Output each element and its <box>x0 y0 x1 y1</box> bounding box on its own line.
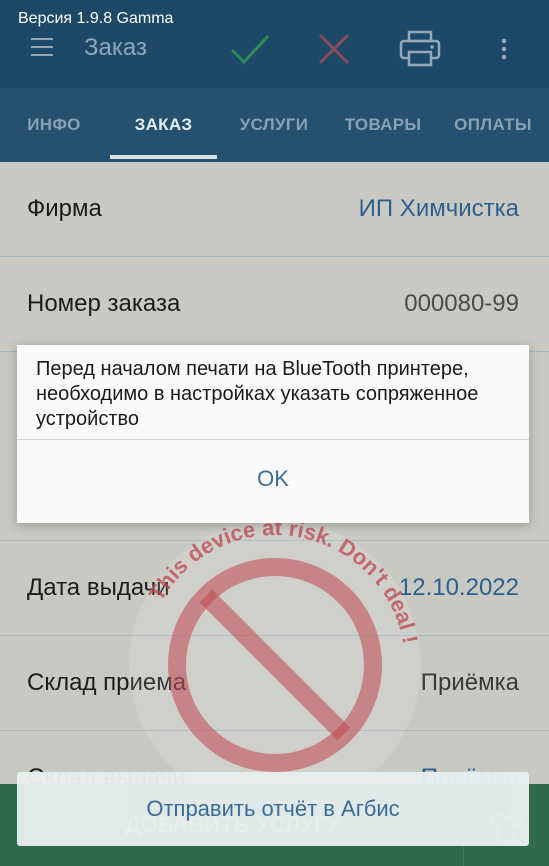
field-row-firm[interactable]: Фирма ИП Химчистка <box>0 162 549 257</box>
tab-bar: ИНФО ЗАКАЗ УСЛУГИ ТОВАРЫ ОПЛАТЫ <box>0 88 549 162</box>
more-vert-icon[interactable] <box>500 38 508 60</box>
active-tab-indicator <box>110 155 217 159</box>
close-icon[interactable] <box>318 33 350 65</box>
tab-info[interactable]: ИНФО <box>10 88 98 162</box>
tab-goods[interactable]: ТОВАРЫ <box>336 88 430 162</box>
field-label: Склад приема <box>27 669 187 696</box>
field-label: Фирма <box>27 195 102 222</box>
toast-send-report[interactable]: Отправить отчёт в Агбис <box>17 772 529 846</box>
version-label: Версия 1.9.8 Gamma <box>18 10 174 27</box>
field-row-order-number: Номер заказа 000080-99 <box>0 257 549 352</box>
tab-services[interactable]: УСЛУГИ <box>228 88 320 162</box>
field-label: Дата выдачи <box>27 574 170 601</box>
print-icon[interactable] <box>399 30 441 68</box>
tab-payments[interactable]: ОПЛАТЫ <box>446 88 540 162</box>
field-value: 000080-99 <box>404 290 519 317</box>
field-label: Номер заказа <box>27 290 181 317</box>
field-value-link[interactable]: ИП Химчистка <box>359 195 519 223</box>
field-value-link[interactable]: 12.10.2022 <box>399 574 519 602</box>
field-value[interactable]: Приёмка <box>421 669 519 697</box>
menu-icon[interactable] <box>31 38 53 56</box>
tab-order[interactable]: ЗАКАЗ <box>110 88 217 162</box>
page-title: Заказ <box>84 34 147 61</box>
field-row-receive-warehouse[interactable]: Склад приема Приёмка <box>0 636 549 731</box>
field-row-issue-date[interactable]: Дата выдачи 12.10.2022 <box>0 541 549 636</box>
dialog-message: Перед началом печати на BlueTooth принте… <box>36 358 479 430</box>
print-alert-dialog: Перед началом печати на BlueTooth принте… <box>17 345 529 523</box>
check-icon[interactable] <box>229 32 271 66</box>
app-bar: Версия 1.9.8 Gamma Заказ <box>0 0 549 88</box>
ok-button[interactable]: OK <box>17 440 529 523</box>
